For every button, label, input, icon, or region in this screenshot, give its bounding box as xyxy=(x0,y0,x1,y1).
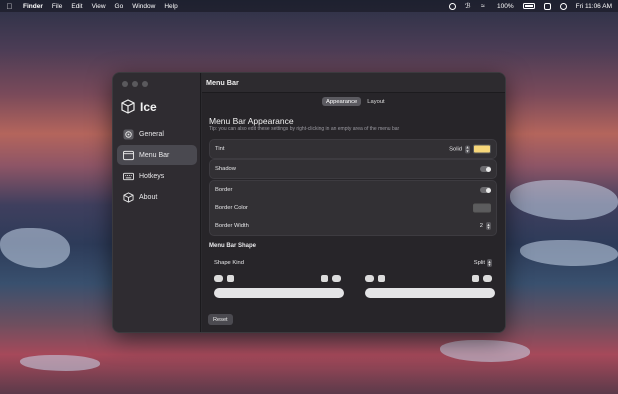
cube-icon xyxy=(123,191,134,203)
window-controls xyxy=(122,81,148,87)
apple-icon[interactable]:  xyxy=(6,2,13,11)
leading-shape-preview xyxy=(214,274,344,300)
sidebar-item-label: Menu Bar xyxy=(139,151,170,159)
menu-file[interactable]: File xyxy=(52,3,62,10)
trailing-end-square-button[interactable] xyxy=(472,275,479,282)
window-title: Menu Bar xyxy=(202,73,505,93)
sidebar-item-menu-bar[interactable]: Menu Bar xyxy=(117,145,197,165)
trailing-end-caps xyxy=(365,275,495,283)
menu-help[interactable]: Help xyxy=(164,3,177,10)
border-width-value[interactable]: 2 xyxy=(480,223,483,229)
wifi-icon[interactable]: ≈ xyxy=(481,3,488,10)
shadow-row: Shadow xyxy=(210,160,496,178)
minimize-button[interactable] xyxy=(132,81,138,87)
tab-control: Appearance Layout xyxy=(322,97,389,106)
border-row: Border xyxy=(210,181,496,199)
battery-icon[interactable] xyxy=(522,3,535,9)
status-area: ℬ ≈ 100% Fri 11:06 AM xyxy=(449,2,612,10)
tint-row: Tint Solid ▲ ▼ xyxy=(210,140,496,158)
border-label: Border xyxy=(215,187,233,193)
close-button[interactable] xyxy=(122,81,128,87)
shadow-toggle[interactable] xyxy=(480,166,491,172)
wallpaper-ice xyxy=(440,340,530,362)
battery-percent: 100% xyxy=(497,2,514,10)
zoom-button[interactable] xyxy=(142,81,148,87)
leading-end-cap-button[interactable] xyxy=(332,275,341,282)
control-center-icon[interactable] xyxy=(543,2,551,10)
tip-text: Tip: you can also edit these settings by… xyxy=(209,126,400,132)
menu-app-name[interactable]: Finder xyxy=(23,3,43,10)
border-width-label: Border Width xyxy=(215,223,249,229)
main-pane: Menu Bar Appearance Layout Menu Bar Appe… xyxy=(202,73,505,332)
menu-edit[interactable]: Edit xyxy=(71,3,82,10)
leading-shape-bar xyxy=(214,288,344,298)
sidebar-item-hotkeys[interactable]: Hotkeys xyxy=(117,166,197,186)
clock[interactable]: Fri 11:06 AM xyxy=(576,3,612,10)
shadow-group: Shadow xyxy=(209,159,497,179)
leading-end-caps xyxy=(214,275,344,283)
tint-label: Tint xyxy=(215,146,225,152)
shape-kind-chevrons[interactable]: ▲ ▼ xyxy=(487,259,492,267)
leading-start-cap-button[interactable] xyxy=(214,275,223,282)
screen-time-icon[interactable] xyxy=(449,2,456,10)
menu-go[interactable]: Go xyxy=(115,3,124,10)
sidebar-nav: General Menu Bar Hotkeys About xyxy=(117,124,197,208)
trailing-start-cap-button[interactable] xyxy=(365,275,374,282)
shape-kind-row: Shape Kind Split ▲ ▼ xyxy=(209,256,497,270)
trailing-shape-preview xyxy=(365,274,495,300)
border-toggle[interactable] xyxy=(480,187,491,193)
wallpaper-ice xyxy=(20,355,100,371)
sidebar-item-about[interactable]: About xyxy=(117,187,197,207)
border-group: Border Border Color Border Width 2 ▲ ▼ xyxy=(209,180,497,236)
leading-start-square-button[interactable] xyxy=(227,275,234,282)
tab-layout[interactable]: Layout xyxy=(363,97,388,106)
siri-icon[interactable] xyxy=(559,2,567,10)
shape-header: Menu Bar Shape xyxy=(209,243,257,249)
shape-kind-label: Shape Kind xyxy=(214,260,244,266)
border-color-well[interactable] xyxy=(473,203,491,213)
menu-view[interactable]: View xyxy=(92,3,106,10)
wallpaper-ice xyxy=(0,228,70,268)
sidebar: Ice General Menu Bar Hotkeys About xyxy=(113,73,201,332)
keyboard-icon xyxy=(123,172,134,180)
leading-end-square-button[interactable] xyxy=(321,275,328,282)
wallpaper-ice xyxy=(510,180,618,220)
trailing-shape-bar xyxy=(365,288,495,298)
sidebar-item-label: About xyxy=(139,193,158,201)
border-width-stepper[interactable]: ▲ ▼ xyxy=(486,222,491,230)
trailing-end-cap-button[interactable] xyxy=(483,275,492,282)
sidebar-item-label: Hotkeys xyxy=(139,172,165,180)
sidebar-item-general[interactable]: General xyxy=(117,124,197,144)
shape-kind-select[interactable]: Split xyxy=(474,260,485,266)
tab-appearance[interactable]: Appearance xyxy=(322,97,362,106)
trailing-start-square-button[interactable] xyxy=(378,275,385,282)
reset-button[interactable]: Reset xyxy=(208,314,233,325)
wallpaper-ice xyxy=(520,240,618,266)
shadow-label: Shadow xyxy=(215,166,236,172)
app-name: Ice xyxy=(140,99,157,114)
settings-window: Ice General Menu Bar Hotkeys About Menu … xyxy=(112,72,506,333)
ice-cube-icon xyxy=(121,99,135,114)
border-color-label: Border Color xyxy=(215,205,248,211)
gear-icon xyxy=(123,128,134,140)
sidebar-item-label: General xyxy=(139,130,164,138)
menu-window[interactable]: Window xyxy=(132,3,155,10)
bluetooth-icon[interactable]: ℬ xyxy=(465,3,472,10)
border-color-row: Border Color xyxy=(210,199,496,217)
menubar-icon xyxy=(123,150,134,160)
section-title: Menu Bar Appearance xyxy=(209,116,294,126)
tint-select-chevrons[interactable]: ▲ ▼ xyxy=(465,145,470,153)
system-menu-bar:  Finder File Edit View Go Window Help ℬ… xyxy=(0,0,618,12)
tint-group: Tint Solid ▲ ▼ xyxy=(209,139,497,159)
border-width-row: Border Width 2 ▲ ▼ xyxy=(210,217,496,235)
tint-color-well[interactable] xyxy=(473,144,491,154)
app-brand: Ice xyxy=(121,99,157,114)
tint-select[interactable]: Solid xyxy=(449,146,462,152)
